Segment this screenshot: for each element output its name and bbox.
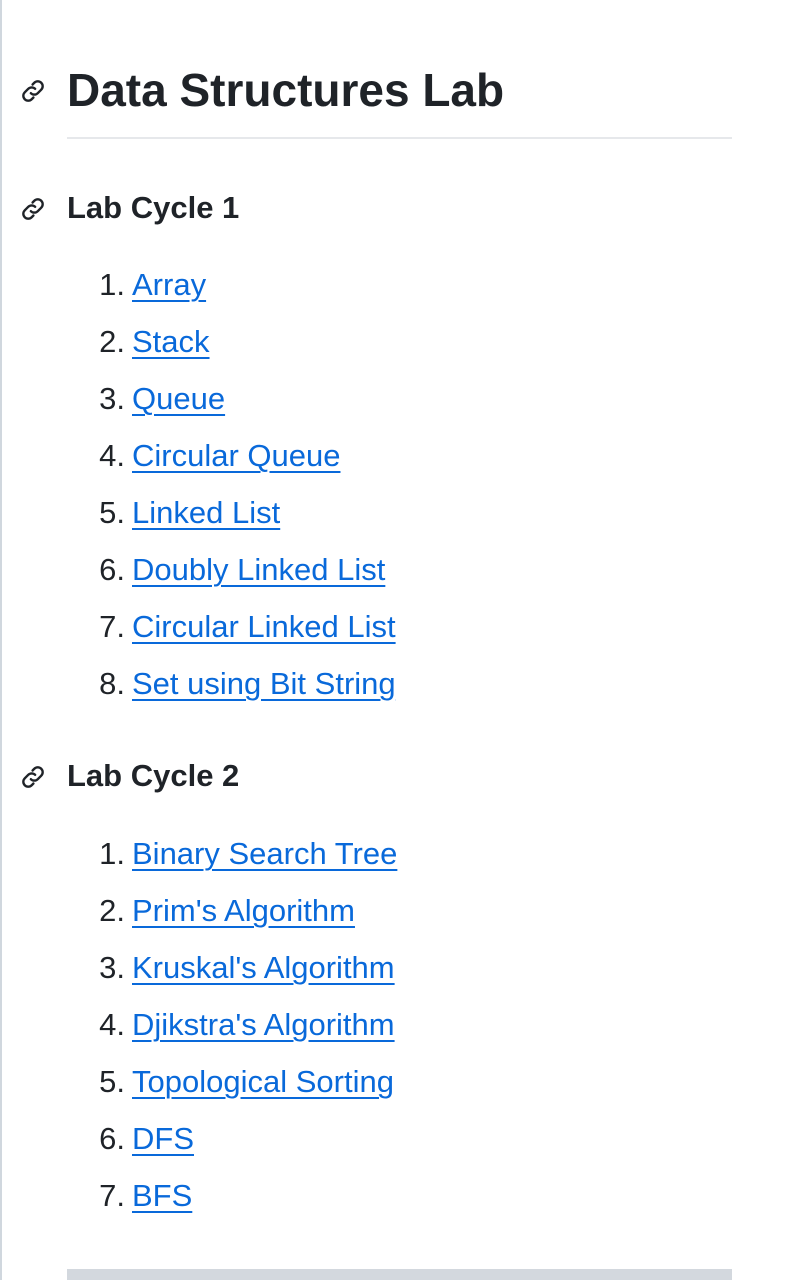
list-number: 1. <box>99 267 125 302</box>
lab-link-set-using-bit-string[interactable]: Set using Bit String <box>132 664 396 704</box>
lab-link-circular-queue[interactable]: Circular Queue <box>132 436 340 476</box>
title-divider <box>67 137 732 139</box>
list-number: 4. <box>99 1007 125 1042</box>
list-number: 4. <box>99 438 125 473</box>
lab-link-djikstras-algorithm[interactable]: Djikstra's Algorithm <box>132 1005 395 1045</box>
list-number: 6. <box>99 552 125 587</box>
lab-link-circular-linked-list[interactable]: Circular Linked List <box>132 607 396 647</box>
lab-link-topological-sorting[interactable]: Topological Sorting <box>132 1062 394 1102</box>
list-number: 7. <box>99 609 125 644</box>
horizontal-scrollbar[interactable] <box>67 1269 732 1280</box>
section-heading-lab-cycle-1: Lab Cycle 1 <box>67 190 240 225</box>
section-heading-lab-cycle-2: Lab Cycle 2 <box>67 758 240 793</box>
link-chain-icon[interactable] <box>20 78 46 104</box>
lab-link-kruskals-algorithm[interactable]: Kruskal's Algorithm <box>132 948 395 988</box>
lab-link-stack[interactable]: Stack <box>132 322 210 362</box>
list-number: 1. <box>99 836 125 871</box>
list-number: 5. <box>99 495 125 530</box>
link-chain-icon[interactable] <box>20 196 46 222</box>
lab-link-bfs[interactable]: BFS <box>132 1176 192 1216</box>
link-chain-icon[interactable] <box>20 764 46 790</box>
page-title: Data Structures Lab <box>67 64 505 116</box>
list-number: 8. <box>99 666 125 701</box>
lab-link-prims-algorithm[interactable]: Prim's Algorithm <box>132 891 355 931</box>
lab-link-doubly-linked-list[interactable]: Doubly Linked List <box>132 550 385 590</box>
lab-link-dfs[interactable]: DFS <box>132 1119 194 1159</box>
lab-link-linked-list[interactable]: Linked List <box>132 493 280 533</box>
list-number: 6. <box>99 1121 125 1156</box>
lab-link-queue[interactable]: Queue <box>132 379 225 419</box>
lab-link-array[interactable]: Array <box>132 265 206 305</box>
list-number: 7. <box>99 1178 125 1213</box>
list-number: 2. <box>99 893 125 928</box>
list-number: 3. <box>99 950 125 985</box>
list-number: 2. <box>99 324 125 359</box>
list-number: 5. <box>99 1064 125 1099</box>
lab-link-binary-search-tree[interactable]: Binary Search Tree <box>132 834 397 874</box>
list-number: 3. <box>99 381 125 416</box>
